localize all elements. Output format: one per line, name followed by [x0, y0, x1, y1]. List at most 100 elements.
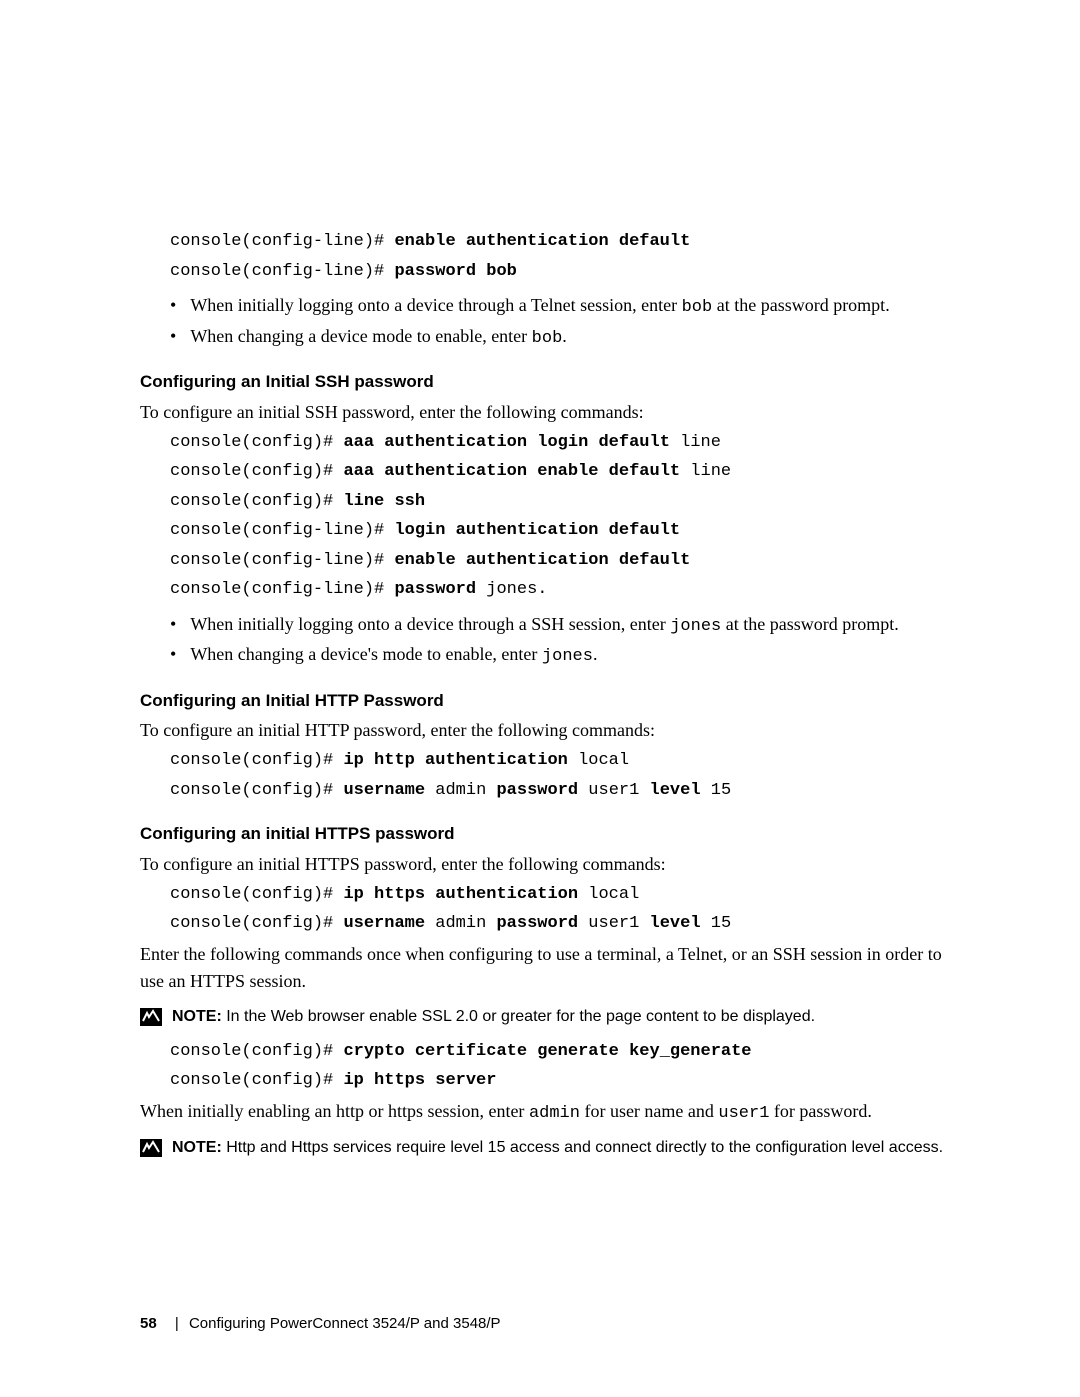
- code-line: console(config-line)# enable authenticat…: [170, 548, 960, 574]
- code-tail: local: [568, 751, 629, 770]
- code-prompt: console(config-line)#: [170, 551, 394, 570]
- list-item: When changing a device's mode to enable,…: [170, 641, 960, 670]
- code-tail: jones.: [476, 580, 547, 599]
- note-block: NOTE: Http and Https services require le…: [140, 1136, 960, 1160]
- note-body: Http and Https services require level 15…: [222, 1139, 943, 1156]
- list-item: When initially logging onto a device thr…: [170, 611, 960, 640]
- code-command: username: [343, 781, 425, 800]
- heading-http: Configuring an Initial HTTP Password: [140, 688, 960, 714]
- paragraph: To configure an initial HTTPS password, …: [140, 851, 960, 878]
- code-command: aaa authentication enable default: [343, 462, 680, 481]
- code-prompt: console(config-line)#: [170, 521, 394, 540]
- code-line: console(config)# ip https server: [170, 1068, 960, 1094]
- footer-title: Configuring PowerConnect 3524/P and 3548…: [189, 1315, 501, 1332]
- code-command: level: [650, 781, 701, 800]
- code-command: password: [496, 781, 578, 800]
- code-line: console(config)# line ssh: [170, 489, 960, 515]
- text: for password.: [769, 1101, 871, 1121]
- paragraph: When initially enabling an http or https…: [140, 1098, 960, 1127]
- note-icon: [140, 1007, 162, 1025]
- list-item: When changing a device mode to enable, e…: [170, 323, 960, 352]
- text: When changing a device mode to enable, e…: [190, 326, 531, 346]
- inline-code: admin: [529, 1104, 580, 1123]
- code-command: ip https server: [343, 1071, 496, 1090]
- code-prompt: console(config)#: [170, 433, 343, 452]
- footer-separator: |: [175, 1315, 179, 1332]
- code-line: console(config-line)# password bob: [170, 259, 960, 285]
- text: When initially enabling an http or https…: [140, 1101, 529, 1121]
- note-label: NOTE:: [172, 1008, 222, 1025]
- document-page: console(config-line)# enable authenticat…: [0, 0, 1080, 1397]
- text: for user name and: [580, 1101, 718, 1121]
- code-command: ip http authentication: [343, 751, 567, 770]
- code-prompt: console(config)#: [170, 462, 343, 481]
- code-line: console(config-line)# password jones.: [170, 577, 960, 603]
- code-line: console(config-line)# enable authenticat…: [170, 229, 960, 255]
- note-label: NOTE:: [172, 1139, 222, 1156]
- heading-ssh: Configuring an Initial SSH password: [140, 369, 960, 395]
- code-command: password bob: [394, 262, 516, 281]
- page-number: 58: [140, 1315, 157, 1332]
- list-item: When initially logging onto a device thr…: [170, 292, 960, 321]
- text: at the password prompt.: [721, 614, 898, 634]
- text: at the password prompt.: [712, 295, 889, 315]
- inline-code: user1: [718, 1104, 769, 1123]
- code-prompt: console(config-line)#: [170, 232, 394, 251]
- text: .: [562, 326, 567, 346]
- note-text: NOTE: Http and Https services require le…: [172, 1136, 943, 1160]
- paragraph: To configure an initial SSH password, en…: [140, 399, 960, 426]
- bullet-list: When initially logging onto a device thr…: [140, 611, 960, 670]
- inline-code: bob: [682, 298, 713, 317]
- text: When changing a device's mode to enable,…: [190, 644, 542, 664]
- code-command: ip https authentication: [343, 885, 578, 904]
- heading-https: Configuring an initial HTTPS password: [140, 821, 960, 847]
- page-footer: 58 | Configuring PowerConnect 3524/P and…: [140, 1313, 501, 1336]
- inline-code: bob: [532, 329, 563, 348]
- inline-code: jones: [542, 647, 593, 666]
- code-command: aaa authentication login default: [343, 433, 669, 452]
- code-line: console(config)# crypto certificate gene…: [170, 1039, 960, 1065]
- code-prompt: console(config-line)#: [170, 580, 394, 599]
- code-line: console(config)# ip https authentication…: [170, 882, 960, 908]
- code-command: login authentication default: [394, 521, 680, 540]
- code-command: password: [496, 914, 578, 933]
- text: .: [593, 644, 598, 664]
- code-prompt: console(config)#: [170, 1042, 343, 1061]
- code-mid: admin: [425, 914, 496, 933]
- text: When initially logging onto a device thr…: [190, 614, 670, 634]
- code-mid: admin: [425, 781, 496, 800]
- note-icon: [140, 1138, 162, 1156]
- note-text: NOTE: In the Web browser enable SSL 2.0 …: [172, 1005, 815, 1029]
- code-command: line ssh: [343, 492, 425, 511]
- code-command: enable authentication default: [394, 551, 690, 570]
- code-tail: line: [670, 433, 721, 452]
- code-prompt: console(config)#: [170, 751, 343, 770]
- inline-code: jones: [670, 617, 721, 636]
- code-prompt: console(config)#: [170, 781, 343, 800]
- code-command: crypto certificate generate key_generate: [343, 1042, 751, 1061]
- note-body: In the Web browser enable SSL 2.0 or gre…: [222, 1008, 815, 1025]
- code-tail: local: [578, 885, 639, 904]
- code-line: console(config)# aaa authentication enab…: [170, 459, 960, 485]
- paragraph: To configure an initial HTTP password, e…: [140, 717, 960, 744]
- code-line: console(config)# ip http authentication …: [170, 748, 960, 774]
- code-prompt: console(config)#: [170, 914, 343, 933]
- code-prompt: console(config-line)#: [170, 262, 394, 281]
- code-command: username: [343, 914, 425, 933]
- code-prompt: console(config)#: [170, 1071, 343, 1090]
- code-tail: 15: [701, 781, 732, 800]
- code-mid: user1: [578, 914, 649, 933]
- code-line: console(config)# username admin password…: [170, 778, 960, 804]
- code-line: console(config)# aaa authentication logi…: [170, 430, 960, 456]
- code-mid: user1: [578, 781, 649, 800]
- code-prompt: console(config)#: [170, 492, 343, 511]
- code-command: password: [394, 580, 476, 599]
- code-line: console(config-line)# login authenticati…: [170, 518, 960, 544]
- text: When initially logging onto a device thr…: [190, 295, 681, 315]
- code-tail: line: [680, 462, 731, 481]
- code-prompt: console(config)#: [170, 885, 343, 904]
- note-block: NOTE: In the Web browser enable SSL 2.0 …: [140, 1005, 960, 1029]
- code-command: level: [650, 914, 701, 933]
- paragraph: Enter the following commands once when c…: [140, 941, 960, 995]
- bullet-list: When initially logging onto a device thr…: [140, 292, 960, 351]
